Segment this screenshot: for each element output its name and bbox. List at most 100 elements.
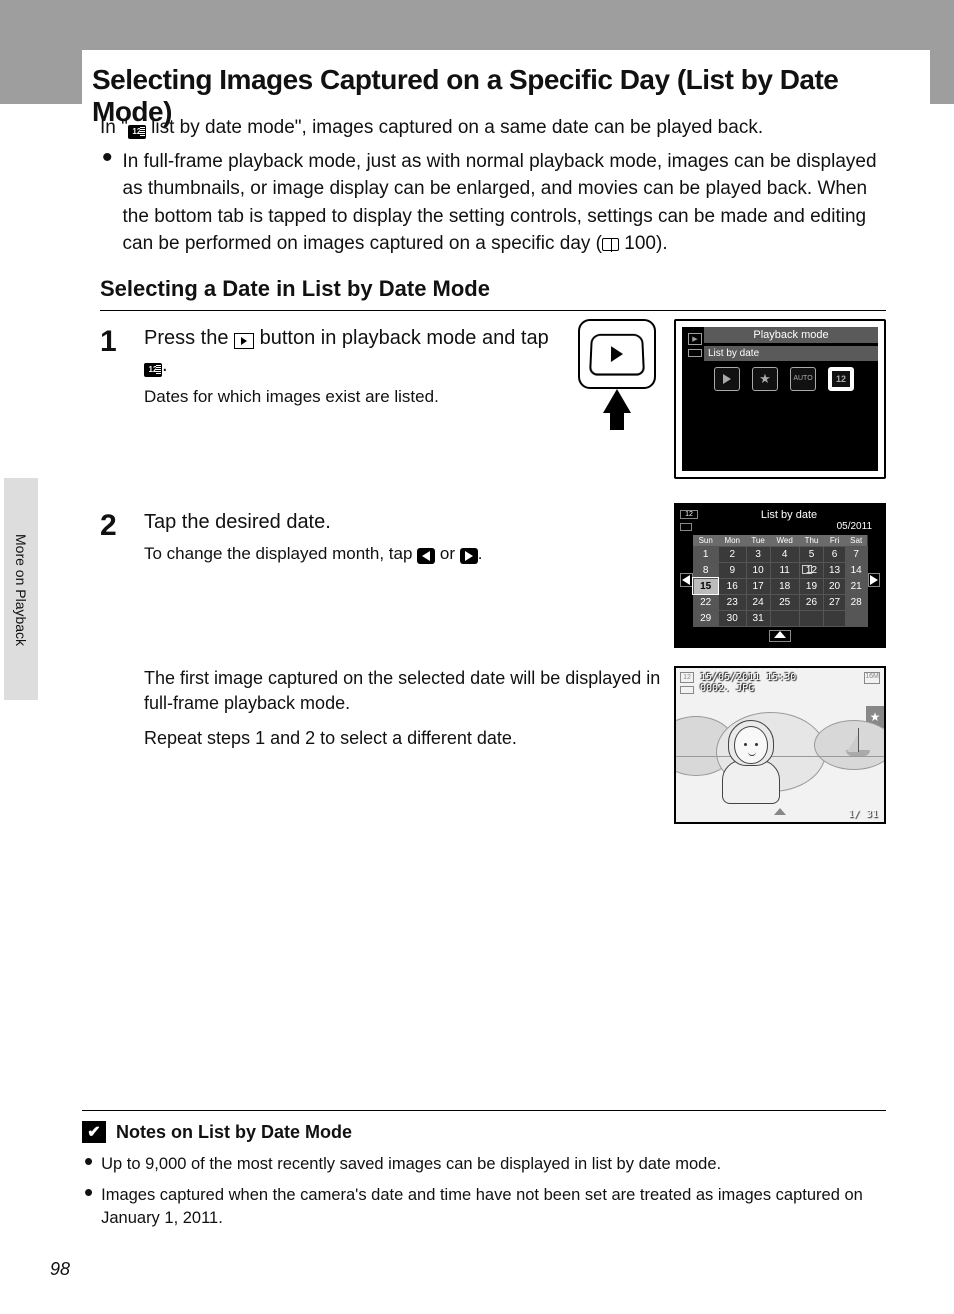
cal-cell[interactable]: 8 — [693, 562, 718, 578]
cal-cell[interactable]: 22 — [693, 594, 718, 610]
calendar-icon: 12 — [128, 125, 146, 139]
bullet-dot: • — [82, 1184, 101, 1230]
after-para-2: Repeat steps 1 and 2 to select a differe… — [144, 726, 662, 751]
cal-cell[interactable]: 1 — [693, 546, 718, 562]
mode-auto-icon[interactable]: AUTO — [790, 367, 816, 391]
cal-cell[interactable]: 30 — [718, 610, 746, 626]
prev-battery-icon — [680, 686, 694, 694]
cal-month: 05/2011 — [696, 521, 880, 532]
cal-cell[interactable]: 7 — [845, 546, 867, 562]
cal-cell — [824, 610, 846, 626]
cal-cell[interactable]: 4 — [770, 546, 799, 562]
cal-title: List by date — [698, 509, 880, 521]
cal-cell — [799, 610, 824, 626]
cal-cell[interactable]: 29 — [693, 610, 718, 626]
cal-cell[interactable]: 31 — [746, 610, 770, 626]
notes-check-icon: ✔ — [82, 1121, 106, 1143]
battery-mini-icon — [680, 523, 692, 531]
cal-cell[interactable]: 28 — [845, 594, 867, 610]
intro-text-a: In " — [100, 117, 128, 138]
cal-day-header: Thu — [799, 535, 824, 547]
intro-text-b: list by date mode", images captured on a… — [146, 117, 763, 138]
cal-day-header: Sun — [693, 535, 718, 547]
bullet-dot: • — [82, 1153, 101, 1176]
cal-next-month[interactable] — [868, 573, 881, 587]
cal-cell[interactable]: 19 — [799, 578, 824, 594]
scene-person — [734, 726, 780, 804]
prev-counter: 1/ 31 — [848, 809, 878, 820]
right-arrow-icon — [460, 548, 478, 564]
notes-bullet-2: Images captured when the camera's date a… — [101, 1184, 886, 1230]
playback-mode-screen: ▶ Playback mode List by date ★ AUTO 12 — [674, 319, 886, 479]
play-triangle-icon — [611, 346, 623, 362]
screen1-title: Playback mode — [704, 327, 878, 343]
cal-cell[interactable]: 11 — [770, 562, 799, 578]
cal-prev-month[interactable] — [680, 573, 693, 587]
side-tab: More on Playback — [4, 478, 38, 700]
cal-cell — [845, 610, 867, 626]
cal-expand-icon[interactable] — [769, 630, 791, 642]
cal-day-header: Wed — [770, 535, 799, 547]
play-mini-icon: ▶ — [688, 333, 702, 345]
notes-divider — [82, 1110, 886, 1111]
battery-mini-icon — [688, 349, 702, 357]
bullet-text: In full-frame playback mode, just as wit… — [123, 151, 877, 255]
calendar-icon: 12 — [144, 363, 162, 377]
arrow-up-icon — [603, 389, 631, 413]
cal-cell[interactable]: 24 — [746, 594, 770, 610]
prev-expand-icon[interactable] — [774, 802, 786, 820]
mode-favorite-icon[interactable]: ★ — [752, 367, 778, 391]
step-1-number: 1 — [100, 325, 144, 409]
cal-cell[interactable]: 5 — [799, 546, 824, 562]
cal-cell — [770, 610, 799, 626]
horizon-line — [676, 756, 884, 757]
mode-list-by-date-icon[interactable]: 12 — [828, 367, 854, 391]
cal-cell[interactable]: 15 — [693, 578, 718, 594]
cal-cell[interactable]: 9 — [718, 562, 746, 578]
scene-boat — [846, 728, 870, 756]
side-tab-label: More on Playback — [13, 534, 29, 646]
cal-cell[interactable]: 18 — [770, 578, 799, 594]
cal-cell[interactable]: 12 — [799, 562, 824, 578]
notes-title: Notes on List by Date Mode — [116, 1122, 352, 1143]
bullet-ref: 100). — [619, 233, 668, 254]
step-2-number: 2 — [100, 509, 144, 566]
book-ref-icon — [602, 238, 619, 251]
after-para-1: The first image captured on the selected… — [144, 666, 662, 716]
step-1-heading: Press the button in playback mode and ta… — [144, 325, 566, 379]
prev-filename: 0002. JPG — [700, 683, 796, 694]
intro-paragraph: In "12 list by date mode", images captur… — [100, 115, 886, 142]
notes-bullet-1: Up to 9,000 of the most recently saved i… — [101, 1153, 721, 1176]
cal-cell[interactable]: 17 — [746, 578, 770, 594]
cal-cell[interactable]: 20 — [824, 578, 846, 594]
step-1-sub: Dates for which images exist are listed. — [144, 385, 566, 409]
calendar-screen: 12 List by date 05/2011 Sun — [674, 503, 886, 648]
cal-cell[interactable]: 14 — [845, 562, 867, 578]
play-button-icon — [234, 333, 254, 349]
cal-cell[interactable]: 23 — [718, 594, 746, 610]
playback-button-diagram — [578, 319, 656, 430]
screen1-subtitle: List by date — [704, 346, 878, 361]
cal-cell[interactable]: 26 — [799, 594, 824, 610]
step-2-heading: Tap the desired date. — [144, 509, 662, 536]
cal-day-header: Fri — [824, 535, 846, 547]
cal-day-header: Tue — [746, 535, 770, 547]
prev-datetime: 15/05/2011 15:30 — [700, 672, 796, 683]
cal-cell[interactable]: 3 — [746, 546, 770, 562]
divider — [100, 310, 886, 311]
cal-cell[interactable]: 6 — [824, 546, 846, 562]
cal-cell[interactable]: 25 — [770, 594, 799, 610]
cal-cell[interactable]: 2 — [718, 546, 746, 562]
cal-cell[interactable]: 16 — [718, 578, 746, 594]
cal-cell[interactable]: 10 — [746, 562, 770, 578]
preview-screen: 12 15/05/2011 15:30 0002. JPG 16M ★ — [674, 666, 886, 824]
cal-cell[interactable]: 13 — [824, 562, 846, 578]
calendar-table: SunMonTueWedThuFriSat 123456789101112131… — [693, 535, 868, 627]
cal-mode-icon: 12 — [680, 510, 698, 519]
size-icon: 16M — [864, 672, 880, 684]
page-number: 98 — [50, 1259, 70, 1280]
cal-cell[interactable]: 27 — [824, 594, 846, 610]
cal-cell[interactable]: 21 — [845, 578, 867, 594]
mode-play-icon[interactable] — [714, 367, 740, 391]
intro-bullet: • In full-frame playback mode, just as w… — [100, 148, 886, 258]
